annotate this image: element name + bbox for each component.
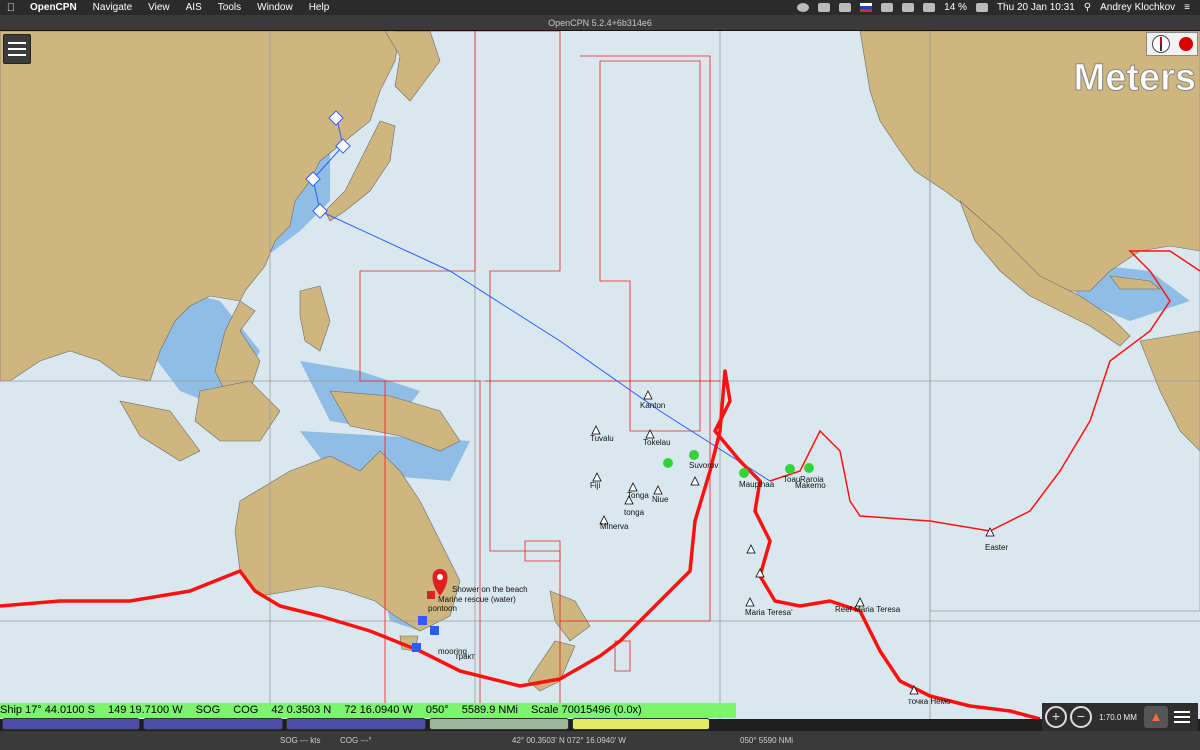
menu-app-name[interactable]: OpenCPN xyxy=(22,0,85,15)
piano-key-3[interactable] xyxy=(286,718,426,730)
label-suvorov: Suvorov xyxy=(689,461,719,470)
ship-center-icon[interactable]: ▲ xyxy=(1144,706,1168,728)
label-tuvalu: Tuvalu xyxy=(590,434,614,443)
wifi-icon[interactable] xyxy=(902,3,915,12)
label-maria-teresa: Maria Teresa' xyxy=(745,608,793,617)
zoom-in-button[interactable]: + xyxy=(1045,706,1067,728)
user-name[interactable]: Andrey Klochkov xyxy=(1100,2,1175,13)
ship-longitude: 149 19.7100 W xyxy=(107,704,183,716)
bottom-sog: SOG --- kts xyxy=(280,736,321,745)
chart-piano-bar xyxy=(0,718,1040,731)
piano-key-1[interactable] xyxy=(2,718,140,730)
cursor-bearing: 050° xyxy=(425,704,449,716)
bluetooth-icon[interactable] xyxy=(881,3,894,12)
menubar-status-area: 14 % Thu 20 Jan 10:31 ⚲ Andrey Klochkov … xyxy=(797,2,1200,13)
clock[interactable]: Thu 20 Jan 10:31 xyxy=(997,2,1075,13)
label-trail: тракт xyxy=(455,652,475,661)
menu-tools[interactable]: Tools xyxy=(210,0,249,15)
label-maupihaa: Maupihaa xyxy=(739,480,775,489)
gps-status-icon[interactable] xyxy=(1178,37,1193,51)
zoom-out-button[interactable]: − xyxy=(1070,706,1092,728)
window-titlebar: OpenCPN 5.2.4+6b314e6 xyxy=(0,15,1200,31)
menu-help[interactable]: Help xyxy=(301,0,338,15)
menu-window[interactable]: Window xyxy=(249,0,301,15)
cog-label: COG xyxy=(233,704,259,716)
label-tokelau: Tokelau xyxy=(643,438,671,447)
chart-canvas[interactable]: Meters Kanton Tokelau Tuvalu Suvorov Mau… xyxy=(0,31,1200,719)
sog-label: SOG xyxy=(195,704,221,716)
bottom-cog: COG ---° xyxy=(340,736,372,745)
compass-icon[interactable] xyxy=(1151,35,1170,53)
label-shower: Shower on the beach xyxy=(452,585,528,594)
volume-icon[interactable] xyxy=(923,3,936,12)
piano-key-5[interactable] xyxy=(572,718,710,730)
battery-icon[interactable] xyxy=(975,3,988,12)
cursor-latitude: 42 0.3503 N xyxy=(271,704,332,716)
ship-latitude: Ship 17° 44.0100 S xyxy=(0,704,95,716)
compass-widget[interactable] xyxy=(1146,32,1198,56)
label-fiji: Fiji xyxy=(590,481,601,490)
control-center-icon[interactable]: ≡ xyxy=(1184,2,1190,13)
apple-menu-icon[interactable]:  xyxy=(0,2,22,14)
main-menu-button[interactable] xyxy=(3,34,31,64)
message-icon[interactable] xyxy=(818,3,831,12)
label-easter: Easter xyxy=(985,543,1009,552)
toolbar-menu-button[interactable] xyxy=(1171,711,1193,723)
menu-ais[interactable]: AIS xyxy=(178,0,210,15)
chart-svg xyxy=(0,31,1200,719)
zoom-controls: + − 1:70.0 MM ▲ xyxy=(1042,703,1198,731)
label-tonga-lower: tonga xyxy=(624,508,645,517)
macos-menubar:  OpenCPN Navigate View AIS Tools Window… xyxy=(0,0,1200,15)
spotlight-search-icon[interactable]: ⚲ xyxy=(1084,2,1091,13)
status-bar: Ship 17° 44.0100 S 149 19.7100 W SOG COG… xyxy=(0,703,736,718)
menu-navigate[interactable]: Navigate xyxy=(85,0,140,15)
label-kanton: Kanton xyxy=(640,401,666,410)
menu-view[interactable]: View xyxy=(140,0,178,15)
navigation-icon[interactable] xyxy=(797,3,810,12)
scale-readout: 1:70.0 MM xyxy=(1099,712,1137,722)
piano-key-2[interactable] xyxy=(143,718,283,730)
label-tonga: Tonga xyxy=(627,491,649,500)
label-reef-maria-teresa: Reef Maria Teresa xyxy=(835,605,901,614)
input-language-flag-icon[interactable] xyxy=(860,3,873,12)
bottom-bearing-distance: 050° 5590 NMi xyxy=(740,736,794,745)
label-makemo: Makemo xyxy=(795,481,826,490)
label-niue: Niue xyxy=(652,495,669,504)
cursor-distance: 5589.9 NMi xyxy=(461,704,518,716)
depth-units-overlay: Meters xyxy=(1073,57,1196,100)
piano-key-4[interactable] xyxy=(429,718,569,730)
dropbox-icon[interactable] xyxy=(839,3,852,12)
label-marine-rescue: Marine rescue (water) xyxy=(438,595,516,604)
label-minerva: Minerva xyxy=(600,522,629,531)
bottom-status-bar: SOG --- kts COG ---° 42° 00.3503' N 072°… xyxy=(0,731,1200,750)
cursor-longitude: 72 16.0940 W xyxy=(344,704,413,716)
chart-scale: Scale 70015496 (0.0x) xyxy=(531,704,642,716)
bottom-position: 42° 00.3503' N 072° 16.0940' W xyxy=(512,736,626,745)
green-waypoints xyxy=(663,450,814,478)
poi-markers xyxy=(591,390,995,695)
label-pontoon: pontoon xyxy=(428,604,457,613)
label-nemo: точка Немо xyxy=(908,697,951,706)
battery-percent[interactable]: 14 % xyxy=(944,2,967,13)
